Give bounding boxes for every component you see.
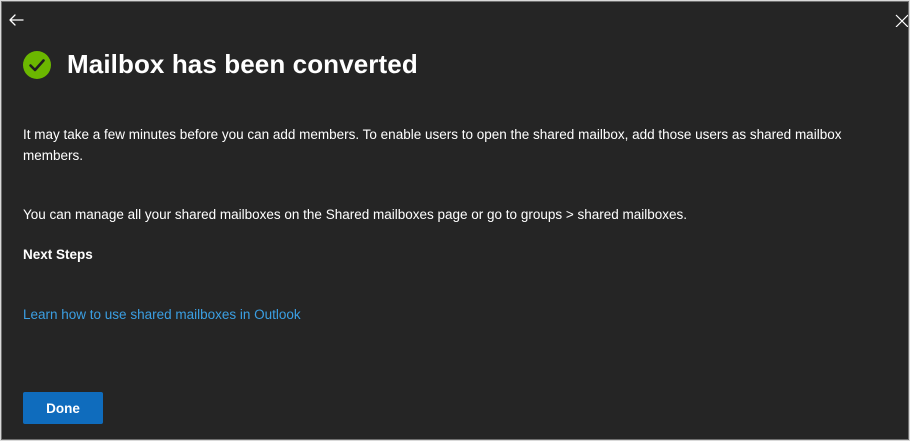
next-steps-heading: Next Steps	[23, 247, 93, 262]
done-button[interactable]: Done	[23, 392, 103, 424]
members-info-text: It may take a few minutes before you can…	[23, 127, 842, 163]
title-row: Mailbox has been converted	[23, 49, 418, 80]
check-circle-icon	[23, 50, 51, 79]
close-button[interactable]	[894, 10, 908, 30]
back-button[interactable]	[6, 10, 26, 30]
conversion-result-panel: Mailbox has been converted It may take a…	[1, 1, 909, 440]
manage-info-text: You can manage all your shared mailboxes…	[23, 207, 688, 222]
page-title: Mailbox has been converted	[67, 49, 418, 79]
learn-shared-mailboxes-link[interactable]: Learn how to use shared mailboxes in Out…	[23, 304, 301, 325]
arrow-left-icon	[9, 14, 24, 26]
close-icon	[895, 14, 908, 27]
